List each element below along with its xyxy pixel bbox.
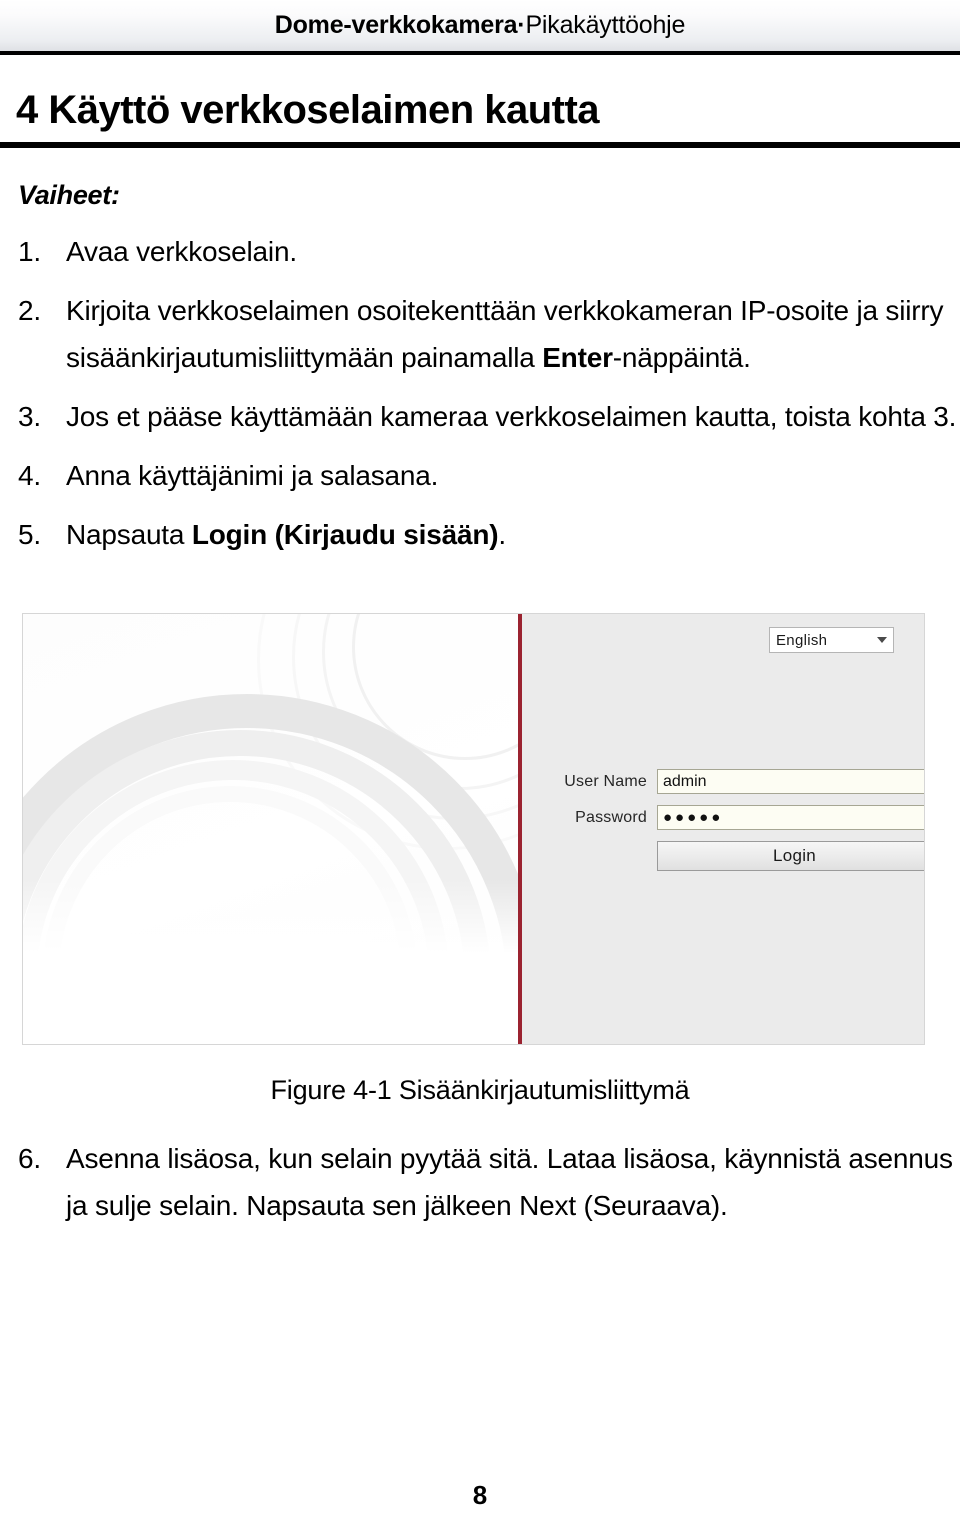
list-item-text: Jos et pääse käyttämään kameraa verkkose… (66, 393, 960, 440)
list-item-text-before: Anna käyttäjänimi ja salasana. (66, 460, 439, 491)
username-input[interactable]: admin (657, 769, 924, 794)
list-item-number: 2. (18, 295, 41, 326)
list-item: 3. Jos et pääse käyttämään kameraa verkk… (0, 393, 960, 440)
language-select[interactable]: English (769, 627, 894, 653)
list-item-text: Kirjoita verkkoselaimen osoitekenttään v… (66, 287, 960, 381)
list-item-text-after: -näppäintä. (612, 342, 751, 373)
list-item-number: 1. (18, 236, 41, 267)
list-item-number: 5. (18, 519, 41, 550)
graphic-fade-mask (23, 879, 518, 1044)
username-row: User Name admin (542, 769, 924, 794)
button-spacer (542, 841, 657, 871)
password-label: Password (575, 808, 647, 826)
document-title-regular: Pikakäyttöohje (525, 11, 686, 39)
list-item-text-before: Napsauta (66, 519, 192, 550)
list-item: 6. Asenna lisäosa, kun selain pyytää sit… (0, 1135, 960, 1229)
login-form: User Name admin Password ●●●●● Login (542, 769, 924, 871)
list-item-text-before: Jos et pääse käyttämään kameraa verkkose… (66, 401, 957, 432)
step-list: 1. Avaa verkkoselain. 2. Kirjoita verkko… (0, 228, 960, 570)
password-row: Password ●●●●● (542, 805, 924, 830)
list-item-text: Napsauta Login (Kirjaudu sisään). (66, 511, 960, 558)
figure-caption: Figure 4-1 Sisäänkirjautumisliittymä (270, 1075, 690, 1105)
list-item-number: 3. (18, 401, 41, 432)
list-item-text: Anna käyttäjänimi ja salasana. (66, 452, 960, 499)
list-item: 2. Kirjoita verkkoselaimen osoitekenttää… (0, 287, 960, 381)
language-select-value: English (776, 631, 828, 649)
chevron-down-icon (877, 637, 887, 643)
document-title: Dome-verkkokamera·Pikakäyttöohje (275, 11, 686, 40)
list-item: 5. Napsauta Login (Kirjaudu sisään). (0, 511, 960, 558)
page-header: Dome-verkkokamera·Pikakäyttöohje (0, 0, 960, 55)
dome-graphic-panel (23, 614, 518, 1044)
steps-label: Vaiheet: (18, 180, 120, 210)
step-list-continued: 6. Asenna lisäosa, kun selain pyytää sit… (0, 1135, 960, 1241)
list-item-text-bold: Enter (542, 342, 613, 373)
login-button-row: Login (542, 841, 924, 871)
list-item-text-after: . (498, 519, 506, 550)
page-header-inner: Dome-verkkokamera·Pikakäyttöohje (0, 0, 960, 51)
heading-divider (0, 142, 960, 148)
login-screenshot-figure: English User Name admin Password ●●●●● L… (22, 613, 925, 1045)
list-item-text-bold: Login (Kirjaudu sisään) (191, 519, 499, 550)
document-title-bold: Dome-verkkokamera· (274, 11, 526, 39)
page-number: 8 (472, 1480, 488, 1510)
page-title: 4 Käyttö verkkoselaimen kautta (16, 88, 600, 132)
login-button[interactable]: Login (657, 841, 924, 871)
list-item-text-before: Asenna lisäosa, kun selain pyytää sitä. … (66, 1143, 953, 1221)
list-item-text-before: Kirjoita verkkoselaimen osoitekenttään v… (66, 295, 944, 373)
list-item: 1. Avaa verkkoselain. (0, 228, 960, 275)
login-panel: English User Name admin Password ●●●●● L… (522, 614, 924, 1044)
list-item-text: Avaa verkkoselain. (66, 228, 960, 275)
list-item-text: Asenna lisäosa, kun selain pyytää sitä. … (66, 1135, 960, 1229)
password-input[interactable]: ●●●●● (657, 805, 924, 830)
list-item-text-before: Avaa verkkoselain. (66, 236, 297, 267)
list-item: 4. Anna käyttäjänimi ja salasana. (0, 452, 960, 499)
list-item-number: 4. (18, 460, 41, 491)
list-item-number: 6. (18, 1143, 41, 1174)
username-label: User Name (564, 772, 647, 790)
